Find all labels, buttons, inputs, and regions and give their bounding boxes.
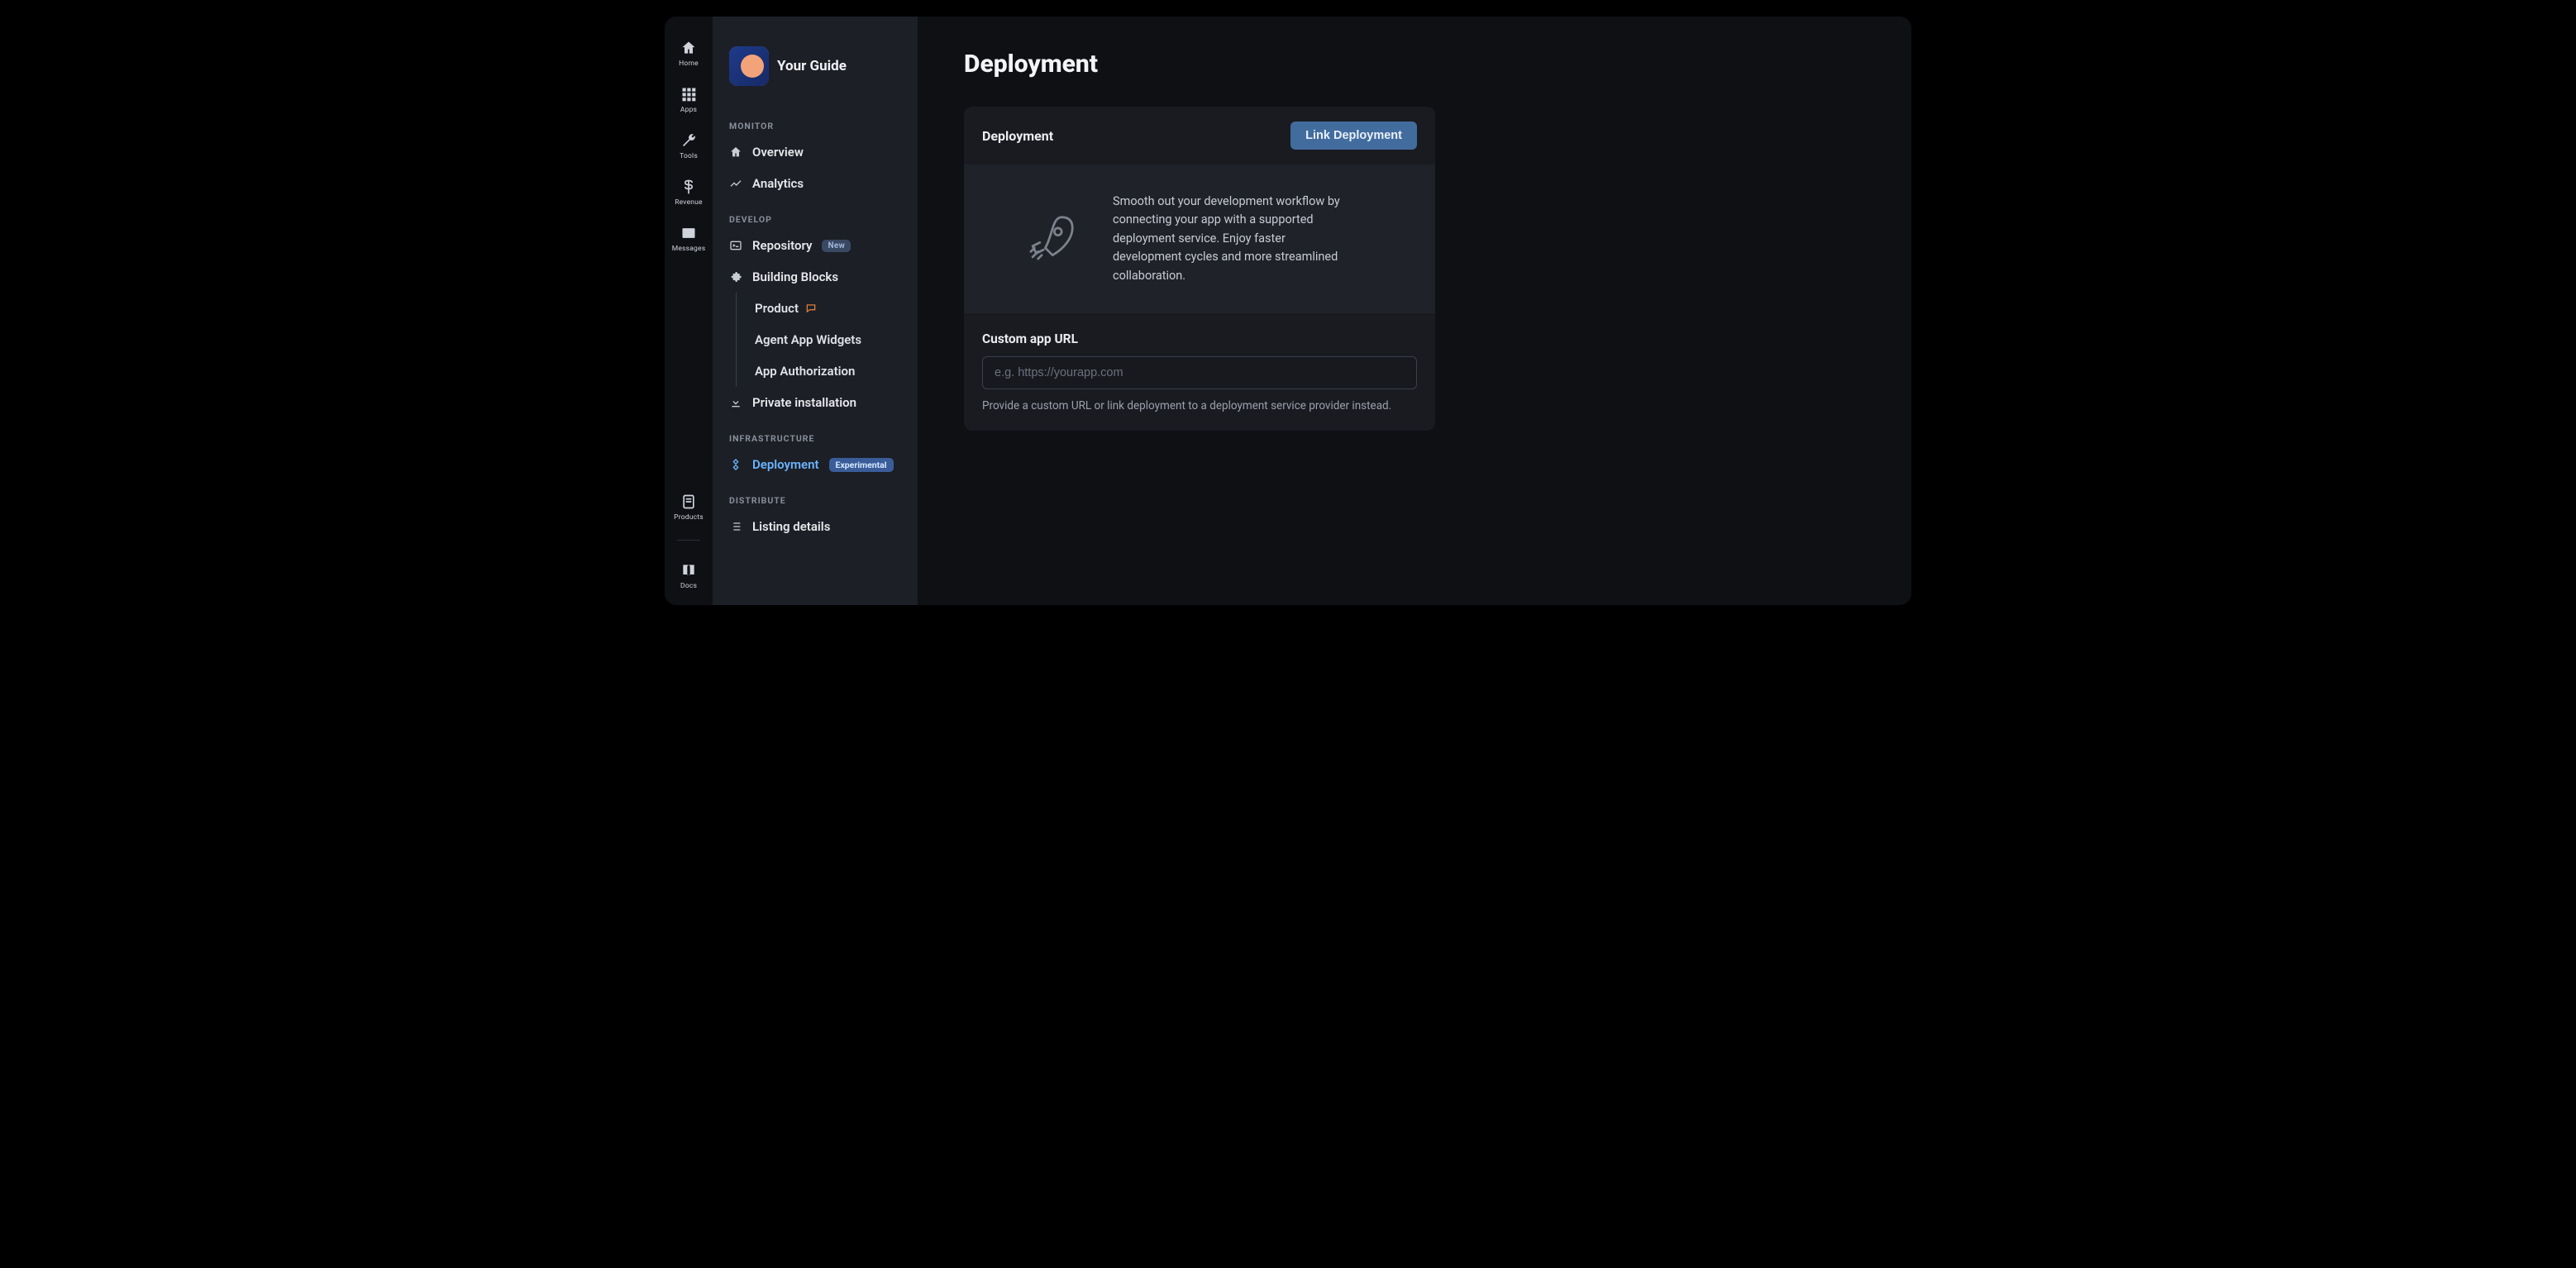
rail-item-messages[interactable]: Messages: [672, 225, 706, 253]
app-header: Your Guide: [713, 31, 918, 106]
custom-url-section: Custom app URL Provide a custom URL or l…: [964, 313, 1435, 431]
nav-label: Repository: [752, 238, 812, 253]
rail-item-revenue[interactable]: Revenue: [672, 179, 706, 207]
terminal-icon: [729, 239, 742, 252]
rocket-icon: [1022, 210, 1080, 268]
link-deployment-button[interactable]: Link Deployment: [1290, 122, 1417, 150]
mail-icon: [680, 225, 697, 241]
rail-bottom-group: Products Docs: [674, 493, 704, 605]
nav-sub-product[interactable]: Product: [736, 293, 918, 324]
card-header-title: Deployment: [982, 128, 1053, 144]
badge-experimental: Experimental: [829, 458, 894, 472]
download-icon: [729, 396, 742, 409]
nav-private-install[interactable]: Private installation: [713, 387, 918, 418]
sheet-icon: [680, 493, 697, 510]
nav-listing-details[interactable]: Listing details: [713, 511, 918, 542]
deployment-card: Deployment Link Deployment Smooth out yo…: [964, 107, 1435, 431]
rail-label: Products: [674, 513, 704, 522]
nav-label: Overview: [752, 145, 804, 160]
wrench-icon: [680, 132, 697, 149]
app-window: Home Apps Tools Revenue: [665, 17, 1911, 605]
chat-icon: [805, 303, 817, 314]
nav-sub-agent-widgets[interactable]: Agent App Widgets: [736, 324, 918, 355]
nav-sub-label: Product: [755, 301, 799, 316]
rail-item-apps[interactable]: Apps: [672, 86, 706, 114]
nav-label: Private installation: [752, 395, 856, 410]
rail-label: Tools: [680, 152, 698, 160]
custom-url-input[interactable]: [982, 356, 1417, 389]
rail-divider: [677, 540, 700, 541]
card-hero: Smooth out your development workflow by …: [964, 164, 1435, 313]
nav-sub-label: App Authorization: [755, 364, 855, 379]
nav-sub-app-auth[interactable]: App Authorization: [736, 355, 918, 387]
book-icon: [680, 562, 697, 579]
section-label-monitor: MONITOR: [713, 106, 918, 136]
section-label-develop: DEVELOP: [713, 199, 918, 230]
rail-label: Messages: [672, 245, 706, 253]
rail-label: Apps: [680, 106, 697, 114]
badge-new: New: [822, 240, 851, 252]
nav-analytics[interactable]: Analytics: [713, 168, 918, 199]
rail-item-docs[interactable]: Docs: [674, 562, 704, 590]
custom-url-label: Custom app URL: [982, 331, 1417, 346]
section-label-infra: INFRASTRUCTURE: [713, 418, 918, 449]
home-icon: [729, 145, 742, 159]
main-content: Deployment Deployment Link Deployment Sm…: [918, 17, 1911, 605]
nav-label: Analytics: [752, 176, 804, 191]
dollar-icon: [680, 179, 697, 195]
chart-line-icon: [729, 177, 742, 190]
page-title: Deployment: [964, 50, 1865, 79]
sidebar: Your Guide MONITOR Overview Analytics DE…: [713, 17, 918, 605]
rail-label: Docs: [680, 582, 697, 590]
home-icon: [680, 40, 697, 56]
nav-label: Listing details: [752, 519, 830, 534]
list-icon: [729, 520, 742, 533]
rail-label: Home: [679, 60, 699, 68]
rail-item-products[interactable]: Products: [674, 493, 704, 522]
app-logo: [729, 46, 769, 86]
nav-label: Building Blocks: [752, 269, 838, 284]
hero-description: Smooth out your development workflow by …: [1113, 193, 1352, 285]
rail-item-tools[interactable]: Tools: [672, 132, 706, 160]
nav-overview[interactable]: Overview: [713, 136, 918, 168]
rail-nav: Home Apps Tools Revenue: [665, 17, 713, 605]
puzzle-icon: [729, 270, 742, 284]
custom-url-helper: Provide a custom URL or link deployment …: [982, 399, 1417, 412]
rail-top-group: Home Apps Tools Revenue: [672, 40, 706, 493]
nav-sub-label: Agent App Widgets: [755, 332, 861, 347]
nav-repository[interactable]: Repository New: [713, 230, 918, 261]
apps-grid-icon: [680, 86, 697, 102]
rail-item-home[interactable]: Home: [672, 40, 706, 68]
nav-building-blocks[interactable]: Building Blocks: [713, 261, 918, 293]
nav-deployment[interactable]: Deployment Experimental: [713, 449, 918, 480]
section-label-distribute: DISTRIBUTE: [713, 480, 918, 511]
card-header: Deployment Link Deployment: [964, 107, 1435, 164]
rail-label: Revenue: [675, 198, 703, 207]
nav-label: Deployment: [752, 457, 819, 472]
app-title: Your Guide: [777, 58, 847, 74]
deploy-icon: [729, 458, 742, 471]
